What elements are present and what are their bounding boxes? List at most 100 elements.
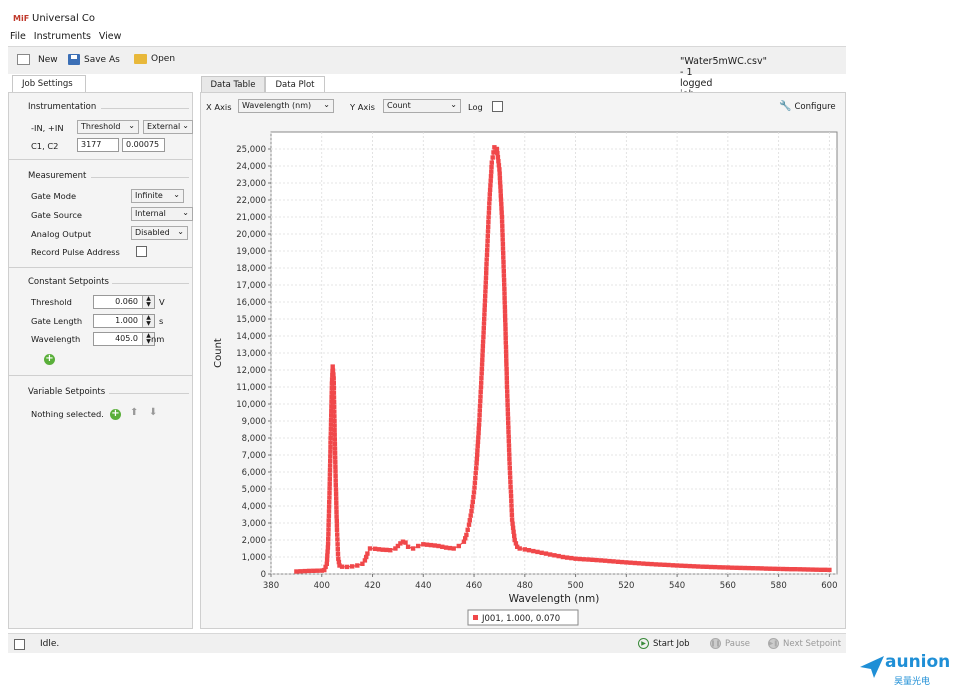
data-point (501, 277, 507, 283)
analog-output-select[interactable]: Disabled ⌄ (131, 226, 188, 240)
x-axis-select[interactable]: Wavelength (nm) ⌄ (238, 99, 334, 113)
x-tick-label: 580 (771, 581, 787, 591)
data-point (480, 344, 486, 349)
spinner-arrows-icon[interactable]: ▲ ▼ (142, 315, 154, 327)
new-file-icon (17, 54, 30, 65)
x-tick-label: 560 (720, 581, 736, 591)
spinner-arrows-icon[interactable]: ▲ ▼ (142, 296, 154, 308)
pause-button[interactable]: ❚❚ Pause (710, 638, 750, 649)
c2-field[interactable]: 0.00075 (122, 138, 165, 152)
data-point (481, 330, 486, 335)
gate-mode-select[interactable]: Infinite ⌄ (131, 189, 184, 203)
data-point (365, 551, 370, 556)
data-point (471, 494, 476, 500)
data-point (477, 412, 482, 418)
data-point (504, 353, 509, 358)
data-point (302, 568, 307, 574)
data-point (475, 448, 480, 453)
menu-instruments[interactable]: Instruments (34, 31, 91, 42)
y-tick-label: 23,000 (236, 179, 266, 189)
record-pulse-checkbox[interactable] (136, 246, 147, 257)
x-ticks: 380 400 420 440 460 480 500 520 540 560 580 600 (263, 574, 838, 591)
data-point (539, 550, 544, 555)
data-point (333, 482, 338, 488)
data-point (509, 512, 515, 518)
data-point (432, 543, 437, 548)
data-point (333, 469, 338, 474)
wrench-icon: 🔧 (779, 101, 792, 112)
data-point (645, 561, 650, 567)
c1-field[interactable]: 3177 (77, 138, 119, 152)
menu-view[interactable]: View (99, 31, 122, 42)
tab-job-settings[interactable]: Job Settings (12, 75, 86, 93)
toolbar: New Save As Open "Water5mWC.csv" - 1 log… (8, 46, 846, 100)
data-point (495, 150, 500, 156)
gate-length-spinner[interactable]: 1.000 ▲ ▼ (93, 314, 155, 328)
wavelength-spinner[interactable]: 405.0 ▲ ▼ (93, 332, 155, 346)
y-tick-label: 8,000 (242, 434, 266, 444)
menu-file[interactable]: File (10, 31, 26, 42)
save-as-button[interactable]: Save As (68, 54, 120, 65)
data-point (823, 567, 828, 572)
data-point (504, 371, 509, 376)
add-setpoint-icon[interactable]: + (44, 354, 55, 365)
y-axis-select[interactable]: Count ⌄ (383, 99, 461, 113)
data-point (506, 438, 511, 444)
data-point (552, 553, 557, 558)
divider (9, 375, 192, 376)
tab-data-table[interactable]: Data Table (201, 76, 265, 93)
start-job-button[interactable]: ▶ Start Job (638, 638, 690, 649)
threshold-label: Threshold (31, 297, 72, 307)
data-point (333, 464, 338, 469)
data-point (479, 371, 484, 376)
open-button[interactable]: Open (134, 54, 175, 64)
data-point (477, 417, 482, 422)
data-point (801, 567, 807, 572)
data-point (505, 402, 510, 408)
data-point (298, 569, 303, 574)
data-point (485, 238, 490, 243)
gate-source-select[interactable]: Internal ⌄ (131, 207, 193, 221)
data-point (500, 232, 505, 238)
data-point (489, 169, 494, 174)
data-point (797, 567, 802, 572)
data-point (332, 446, 338, 451)
data-point (324, 561, 329, 566)
data-point (543, 551, 549, 556)
in-source-select[interactable]: External ⌄ (143, 120, 193, 134)
data-point (494, 146, 500, 152)
play-icon: ▶ (638, 638, 649, 649)
logo-brand: aunion (885, 652, 951, 672)
logo-sub: 昊量光电 (894, 677, 931, 687)
data-point (495, 155, 501, 160)
data-point (327, 486, 332, 491)
data-point (827, 567, 832, 573)
tab-data-plot[interactable]: Data Plot (265, 76, 325, 93)
data-point (734, 565, 739, 570)
new-button[interactable]: New (17, 54, 58, 65)
move-down-icon[interactable]: ⬇ (149, 407, 157, 418)
threshold-spinner[interactable]: 0.060 ▲ ▼ (93, 295, 155, 309)
data-point (478, 385, 484, 390)
data-point (810, 567, 815, 572)
data-point (479, 366, 485, 372)
in-label: -IN, +IN (31, 123, 64, 133)
data-point (328, 449, 333, 454)
add-variable-icon[interactable]: + (110, 409, 121, 420)
x-tick-label: 400 (314, 581, 330, 591)
data-point (674, 563, 680, 568)
configure-button[interactable]: 🔧 Configure (779, 101, 836, 112)
status-checkbox[interactable] (14, 639, 25, 650)
data-point (330, 368, 336, 373)
data-point (327, 472, 333, 477)
data-point (482, 303, 487, 308)
in-mode-select[interactable]: Threshold ⌄ (77, 120, 139, 134)
data-point (502, 291, 507, 296)
log-checkbox[interactable] (492, 101, 503, 112)
y-tick-label: 9,000 (242, 417, 266, 427)
move-up-icon[interactable]: ⬆ (130, 407, 138, 418)
data-point (508, 489, 514, 494)
next-setpoint-button[interactable]: ▶❚ Next Setpoint (768, 638, 841, 649)
data-point (814, 567, 819, 572)
window-title: Universal Co (32, 13, 96, 24)
